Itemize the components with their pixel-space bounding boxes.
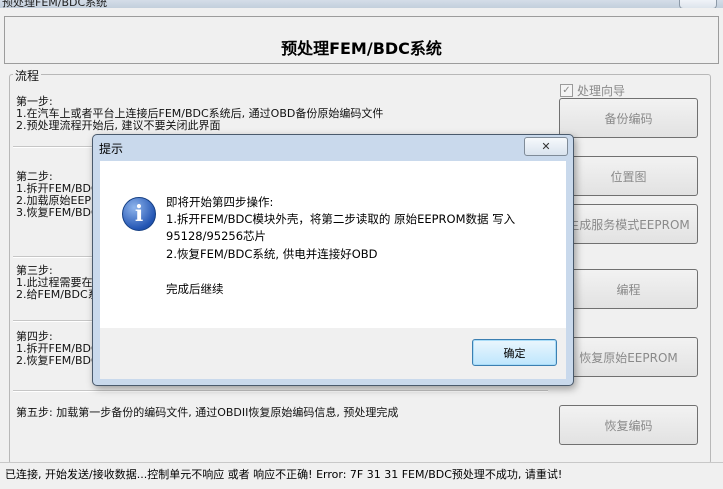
step4-line2: 2.恢复FEM/BDC — [16, 354, 99, 367]
info-icon: i — [122, 197, 156, 231]
wizard-checkbox-label: 处理向导 — [577, 84, 626, 98]
step4-block: 第四步: 1.拆开FEM/BDC 2.恢复FEM/BDC — [16, 331, 99, 367]
checkmark-icon[interactable]: ✓ — [560, 84, 573, 97]
separator — [13, 390, 548, 392]
status-bar: 已连接, 开始发送/接收数据...控制单元不响应 或者 响应不正确! Error… — [0, 462, 723, 489]
dialog-message-line5: 完成后继续 — [166, 282, 224, 296]
dialog-message-line1: 即将开始第四步操作: — [166, 195, 274, 209]
restore-original-eeprom-button[interactable]: 恢复原始EEPROM — [559, 337, 698, 377]
step2-line3: 3.恢复FEM/BDC — [16, 206, 99, 219]
dialog-title: 提示 — [99, 142, 124, 156]
dialog-body: i 即将开始第四步操作: 1.拆开FEM/BDC模块外壳，将第二步读取的 原始E… — [100, 161, 566, 328]
window-title: 预处理FEM/BDC系统 — [2, 0, 108, 8]
step2-block: 第二步: 1.拆开FEM/BDC 2.加载原始EEP 3.恢复FEM/BDC — [16, 171, 99, 219]
dialog-message-line4: 2.恢复FEM/BDC系统, 供电并连接好OBD — [166, 247, 378, 261]
close-icon: ✕ — [541, 140, 551, 153]
dialog-message-line2: 1.拆开FEM/BDC模块外壳，将第二步读取的 原始EEPROM数据 写入 — [166, 212, 516, 226]
generate-service-eeprom-button[interactable]: 生成服务模式EEPROM — [559, 204, 698, 244]
header-panel: 预处理FEM/BDC系统 — [4, 16, 719, 64]
program-button[interactable]: 编程 — [559, 269, 698, 309]
window-titlebar: 预处理FEM/BDC系统 — [0, 0, 723, 8]
restore-coding-button[interactable]: 恢复编码 — [559, 405, 698, 445]
status-text: 已连接, 开始发送/接收数据...控制单元不响应 或者 响应不正确! Error… — [5, 468, 563, 481]
wizard-checkbox[interactable]: ✓ 处理向导 — [560, 82, 625, 99]
step3-line2: 2.给FEM/BDC系 — [16, 288, 99, 301]
step3-block: 第三步: 1.此过程需要在 2.给FEM/BDC系 — [16, 265, 99, 301]
page-title: 预处理FEM/BDC系统 — [281, 39, 442, 58]
step1-line2: 2.预处理流程开始后, 建议不要关闭此界面 — [16, 119, 221, 132]
step5-text: 第五步: 加载第一步备份的编码文件, 通过OBDII恢复原始编码信息, 预处理完… — [16, 406, 399, 419]
window-close-button[interactable] — [679, 0, 717, 8]
backup-coding-button[interactable]: 备份编码 — [559, 98, 698, 138]
dialog-message-line3: 95128/95256芯片 — [166, 229, 267, 243]
position-map-button[interactable]: 位置图 — [559, 156, 698, 196]
dialog-close-button[interactable]: ✕ — [524, 137, 568, 156]
process-group-label: 流程 — [13, 67, 42, 84]
step1-block: 第一步: 1.在汽车上或者平台上连接后FEM/BDC系统后, 通过OBD备份原始… — [16, 96, 383, 132]
info-dialog: 提示 ✕ i 即将开始第四步操作: 1.拆开FEM/BDC模块外壳，将第二步读取… — [92, 134, 574, 386]
ok-button[interactable]: 确定 — [472, 339, 557, 366]
